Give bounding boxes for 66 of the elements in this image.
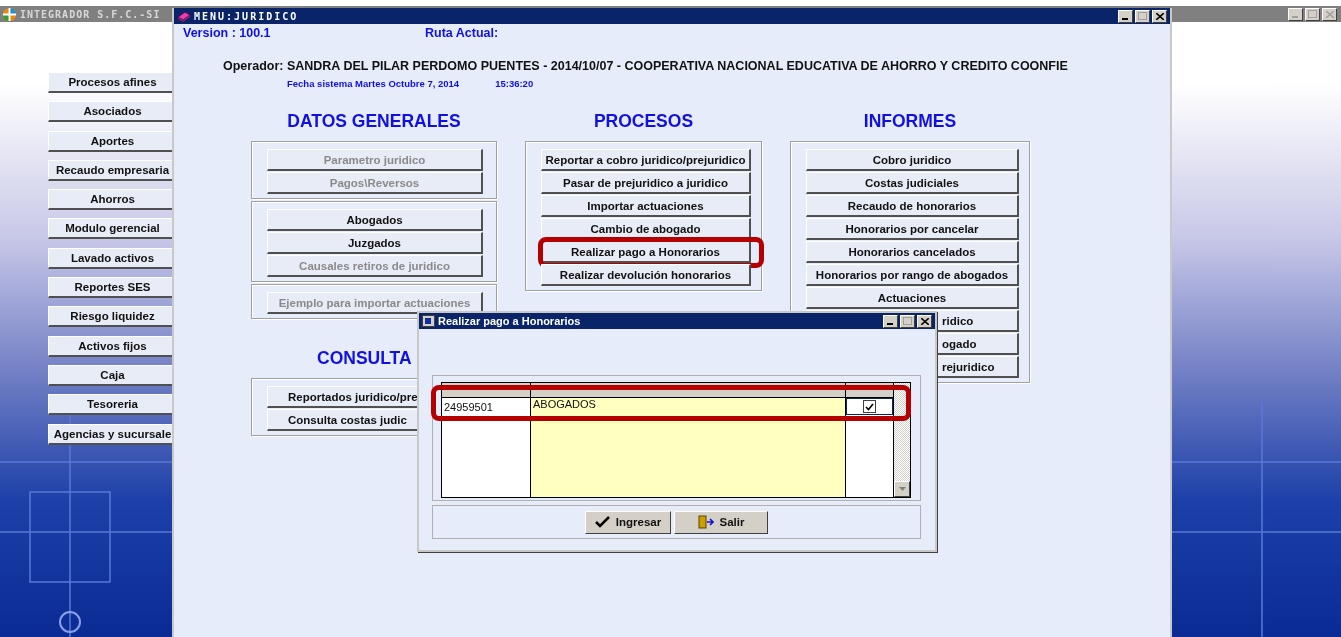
sidebar-button[interactable]: Aportes <box>48 130 174 152</box>
close-button[interactable] <box>1322 7 1337 21</box>
section-heading: INFORMES <box>862 111 958 132</box>
system-time: 15:36:20 <box>495 78 534 89</box>
menu-button[interactable]: Juzgados <box>267 232 483 254</box>
sidebar-button[interactable]: Agencias y sucursale <box>48 423 174 445</box>
sidebar-button[interactable]: Recaudo empresaria <box>48 159 174 181</box>
window-title: MENU:JURIDICO <box>194 10 299 22</box>
minimize-button[interactable] <box>1118 9 1133 23</box>
menu-button[interactable]: Recaudo de honorarios <box>806 195 1019 217</box>
menu-button[interactable]: Actuaciones <box>806 287 1019 309</box>
close-icon <box>920 317 929 325</box>
book-icon <box>177 10 191 22</box>
close-icon <box>1325 10 1334 18</box>
scroll-down-button[interactable] <box>894 481 910 497</box>
sidebar-button[interactable]: Asociados <box>48 101 174 123</box>
section-heading: PROCESOS <box>592 111 695 132</box>
checkbox[interactable] <box>863 400 876 413</box>
sidebar-button[interactable]: Activos fijos <box>48 335 174 357</box>
maximize-button[interactable] <box>1305 7 1320 21</box>
version-label: Version : 100.1 <box>183 26 272 40</box>
dialog-button[interactable]: Salir <box>674 510 768 534</box>
menu-button[interactable]: Importar actuaciones <box>541 195 751 217</box>
menu-button[interactable]: Abogados <box>267 209 483 231</box>
menu-button[interactable]: Honorarios por cancelar <box>806 218 1019 240</box>
menu-button[interactable]: Honorarios cancelados <box>806 241 1019 263</box>
sidebar-button[interactable]: Reportes SES <box>48 277 174 299</box>
table-cell-text: ABOGADOS <box>532 398 597 412</box>
system-date: Fecha sistema Martes Octubre 7, 2014 <box>287 78 460 89</box>
dialog-button[interactable]: Ingresar <box>585 510 671 534</box>
maximize-icon <box>1308 10 1317 18</box>
menu-button[interactable]: Pasar de prejuridico a juridico <box>541 172 751 194</box>
sidebar-button[interactable]: Lavado activos <box>48 247 174 269</box>
close-icon <box>1155 12 1164 20</box>
app-logo-icon <box>2 6 17 22</box>
section-heading: DATOS GENERALES <box>286 111 462 132</box>
minimize-button[interactable] <box>1288 7 1303 21</box>
down-arrow-icon <box>898 487 906 491</box>
menu-button[interactable]: Honorarios por rango de abogados <box>806 264 1019 286</box>
menu-button[interactable]: Cobro juridico <box>806 149 1019 171</box>
menu-button[interactable]: Reportar a cobro juridico/prejuridico <box>541 149 751 171</box>
sidebar-button[interactable]: Caja <box>48 364 174 386</box>
sidebar-button[interactable]: Procesos afines <box>48 72 174 93</box>
menu-button[interactable]: Realizar pago a Honorarios <box>541 241 751 263</box>
maximize-icon <box>903 317 912 325</box>
section-heading: CONSULTA <box>316 348 413 369</box>
window-title: Realizar pago a Honorarios <box>438 315 581 327</box>
maximize-button[interactable] <box>1135 9 1150 23</box>
sidebar-button[interactable]: Ahorros <box>48 189 174 211</box>
menu-button[interactable]: Costas judiciales <box>806 172 1019 194</box>
close-button[interactable] <box>917 314 932 328</box>
sidebar-button[interactable]: Modulo gerencial <box>48 218 174 240</box>
menu-button[interactable]: Cambio de abogado <box>541 218 751 240</box>
route-label: Ruta Actual: <box>425 26 499 40</box>
menu-button[interactable]: Realizar devolución honorarios <box>541 264 751 286</box>
window-title: INTEGRADOR S.F.C.-SI <box>20 8 161 20</box>
minimize-button[interactable] <box>883 314 898 328</box>
door-icon <box>697 515 714 529</box>
window-icon <box>422 315 435 327</box>
close-button[interactable] <box>1152 9 1167 23</box>
check-icon <box>594 516 610 528</box>
sidebar-button[interactable]: Riesgo liquidez <box>48 306 174 328</box>
sidebar-button[interactable]: Tesoreria <box>48 394 174 416</box>
operator-label: Operador: SANDRA DEL PILAR PERDOMO PUENTES - 2014/10/07 - COOPERATIVA NACIONAL EDUCATIVA DE AHORRO Y CREDITO COONFIE <box>222 58 1069 73</box>
maximize-icon <box>1138 12 1147 20</box>
maximize-button[interactable] <box>900 314 915 328</box>
